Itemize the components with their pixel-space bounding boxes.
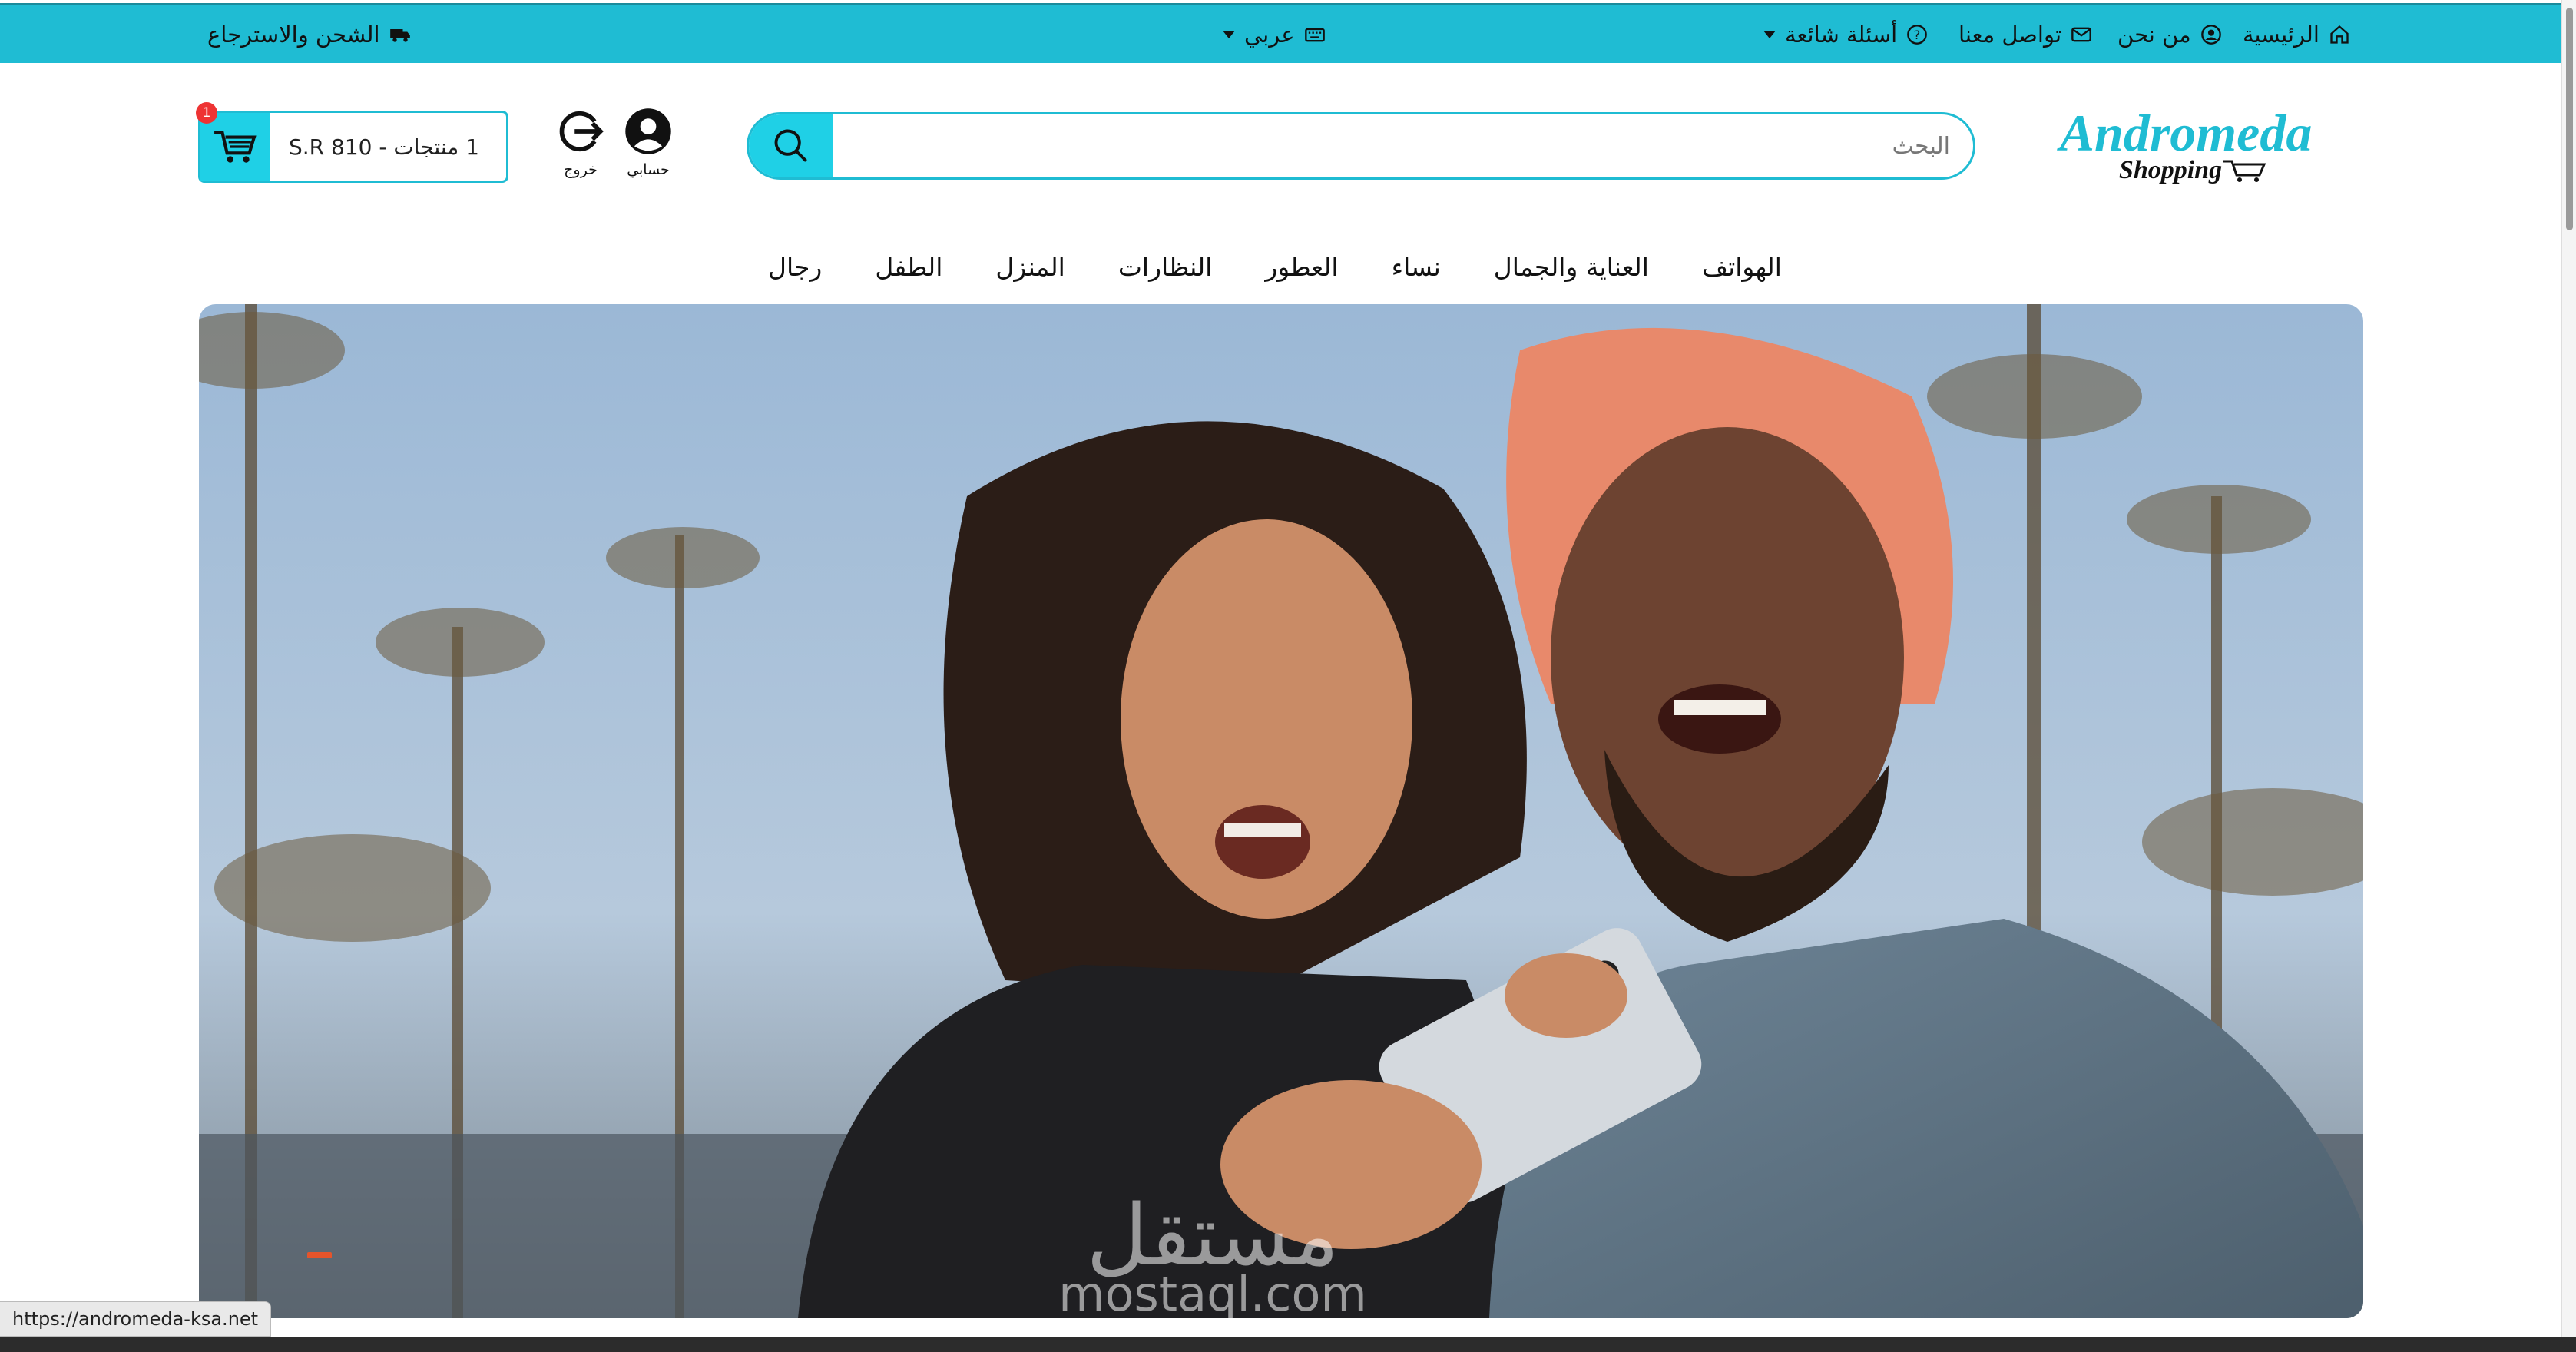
shopping-cart-icon	[214, 131, 257, 163]
account-label: حسابي	[627, 161, 670, 178]
truck-icon	[389, 29, 410, 42]
faq-dropdown[interactable]: ? أسئلة شائعة	[1763, 5, 1928, 65]
cart-widget[interactable]: 1 منتجات - 810 S.R 1	[196, 102, 508, 183]
svg-text:?: ?	[1914, 28, 1921, 42]
category-nav: الهواتف العناية والجمال نساء العطور النظ…	[768, 240, 1782, 293]
keyboard-icon	[1304, 28, 1325, 42]
nav-item-men[interactable]: رجال	[768, 252, 822, 282]
nav-item-kids[interactable]: الطفل	[875, 252, 942, 282]
logout-icon	[559, 111, 604, 152]
shipping-returns-link[interactable]: الشحن والاسترجاع	[207, 5, 411, 65]
logout-label: خروج	[564, 161, 598, 178]
top-info-bar: الرئيسية من نحن تواصل معنا ? أسئلة شائعة…	[0, 3, 2561, 63]
hero-photo: مستقل mostaql.com	[199, 304, 2363, 1318]
nav-item-phones[interactable]: الهواتف	[1702, 252, 1782, 282]
contact-link-label: تواصل معنا	[1958, 22, 2062, 48]
logo-main-text: Andromeda	[2057, 108, 2313, 162]
nav-item-women[interactable]: نساء	[1392, 252, 1441, 282]
nav-item-glasses[interactable]: النظارات	[1118, 252, 1212, 282]
cart-count-badge: 1	[196, 102, 217, 124]
link-preview-status: https://andromeda-ksa.net	[0, 1301, 272, 1337]
language-dropdown[interactable]: عربي	[1223, 5, 1326, 65]
question-circle-icon: ?	[1907, 25, 1928, 45]
chevron-down-icon	[1763, 31, 1776, 38]
cart-summary: 1 منتجات - 810 S.R	[289, 134, 479, 160]
about-link-label: من نحن	[2117, 22, 2191, 48]
logo-cart-icon	[2223, 160, 2266, 182]
cart-button[interactable]	[200, 113, 270, 181]
search-icon	[774, 129, 807, 162]
about-link[interactable]: من نحن	[2117, 5, 2222, 65]
nav-item-beauty-care[interactable]: العناية والجمال	[1494, 252, 1649, 282]
search-input[interactable]	[841, 114, 1958, 177]
contact-link[interactable]: تواصل معنا	[1958, 5, 2092, 65]
page-scrollbar[interactable]	[2561, 0, 2576, 1337]
nav-item-home[interactable]: المنزل	[995, 252, 1065, 282]
language-label: عربي	[1244, 22, 1295, 48]
home-link[interactable]: الرئيسية	[2243, 5, 2350, 65]
search-bar	[747, 112, 1975, 180]
hero-banner[interactable]: مستقل mostaql.com	[199, 304, 2363, 1318]
bottom-strip	[0, 1337, 2576, 1352]
andromeda-logo[interactable]: Andromeda Shopping	[2017, 108, 2355, 184]
chevron-down-icon	[1223, 31, 1235, 38]
shipping-label: الشحن والاسترجاع	[207, 22, 380, 48]
nav-item-perfumes[interactable]: العطور	[1265, 252, 1338, 282]
slider-indicator[interactable]	[307, 1252, 332, 1258]
logout-link[interactable]: خروج	[550, 108, 611, 178]
search-button[interactable]	[749, 114, 833, 177]
scrollbar-thumb[interactable]	[2566, 8, 2573, 230]
logo-sub-text: Shopping	[2119, 156, 2222, 184]
account-link[interactable]: حسابي	[618, 108, 679, 178]
home-icon	[2330, 25, 2349, 44]
user-circle-icon	[2200, 25, 2221, 45]
envelope-icon	[2071, 27, 2091, 42]
watermark-en: mostaql.com	[1058, 1266, 1367, 1318]
faq-label: أسئلة شائعة	[1785, 22, 1898, 48]
user-avatar-icon	[625, 108, 671, 154]
home-link-label: الرئيسية	[2243, 22, 2319, 48]
